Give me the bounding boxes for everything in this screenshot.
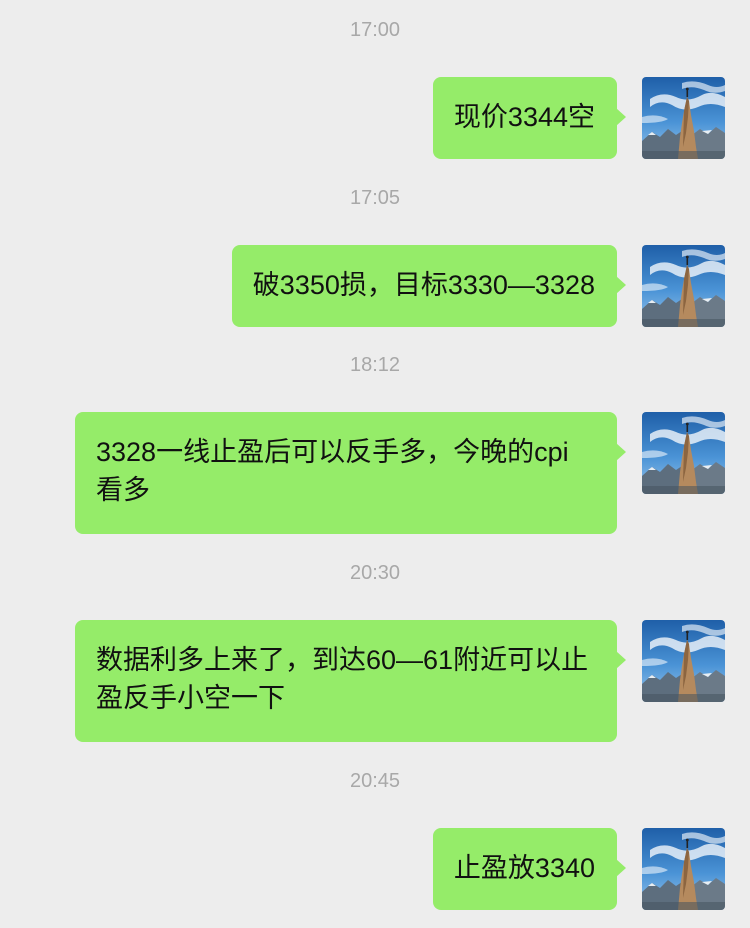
message-timestamp: 17:05	[349, 187, 401, 209]
message-bubble[interactable]: 3328一线止盈后可以反手多，今晚的cpi看多	[75, 412, 626, 534]
mountain-climber-avatar-icon[interactable]	[642, 245, 725, 327]
message-timestamp: 18:12	[349, 354, 401, 376]
message-timestamp: 20:45	[349, 770, 401, 792]
mountain-climber-avatar-icon[interactable]	[642, 828, 725, 910]
message-bubble[interactable]: 数据利多上来了，到达60—61附近可以止盈反手小空一下	[75, 620, 626, 742]
message-bubble[interactable]: 破3350损，目标3330—3328	[231, 245, 627, 327]
message-timestamp: 17:00	[349, 19, 401, 41]
chat-conversation: 17:00 现价3344空 17:05 破3350损，目标3330—3328 1…	[0, 0, 750, 928]
message-timestamp: 20:30	[349, 562, 401, 584]
message-bubble[interactable]: 现价3344空	[432, 77, 627, 159]
message-bubble[interactable]: 止盈放3340	[432, 828, 627, 910]
mountain-climber-avatar-icon[interactable]	[642, 620, 725, 702]
mountain-climber-avatar-icon[interactable]	[642, 412, 725, 494]
mountain-climber-avatar-icon[interactable]	[642, 77, 725, 159]
